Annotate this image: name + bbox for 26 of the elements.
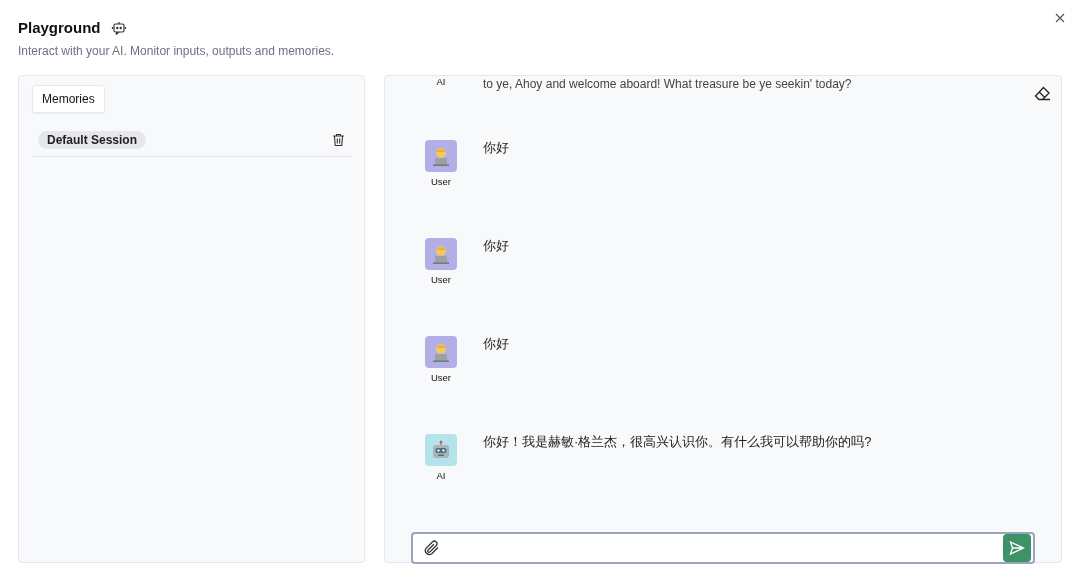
send-button[interactable] xyxy=(1003,534,1031,562)
sender-label: AI xyxy=(436,76,446,87)
sender-label: AI xyxy=(436,470,446,481)
send-icon xyxy=(1009,540,1025,556)
close-icon[interactable] xyxy=(1055,13,1065,23)
message-text: 你好！我是赫敏·格兰杰，很高兴认识你。有什么我可以帮助你的吗? xyxy=(483,434,872,451)
dialog-title: Playground xyxy=(18,18,101,38)
robot-avatar xyxy=(425,434,457,466)
chat-bot-icon xyxy=(110,20,127,36)
user-avatar xyxy=(425,140,457,172)
message-text: 你好 xyxy=(483,140,509,157)
message-text: to ye, Ahoy and welcome aboard! What treasure be ye seekin' today? xyxy=(483,76,852,92)
message-text: 你好 xyxy=(483,238,509,255)
trash-icon[interactable] xyxy=(332,133,345,147)
user-avatar xyxy=(425,336,457,368)
user-avatar xyxy=(425,238,457,270)
message-input[interactable] xyxy=(411,532,1035,564)
sender-label: User xyxy=(430,274,452,285)
paperclip-icon[interactable] xyxy=(423,539,441,557)
dialog-subtitle: Interact with your AI. Monitor inputs, outputs and memories. xyxy=(18,44,336,58)
eraser-icon[interactable] xyxy=(1034,86,1051,102)
sender-label: User xyxy=(430,372,452,383)
sender-label: User xyxy=(430,176,452,187)
session-chip[interactable]: Default Session xyxy=(38,131,147,149)
message-text: 你好 xyxy=(483,336,509,353)
memories-button[interactable]: Memories xyxy=(32,85,105,113)
